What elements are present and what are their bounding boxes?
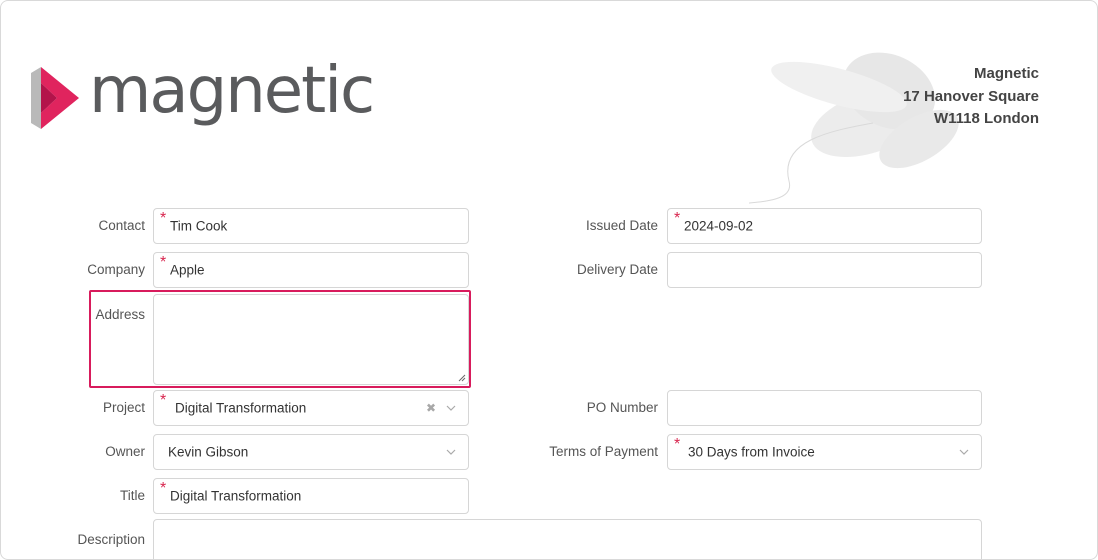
required-marker: *: [674, 210, 681, 227]
description-label: Description: [77, 532, 145, 547]
project-label: Project: [102, 400, 145, 415]
contact-value: Tim Cook: [170, 218, 228, 234]
invoice-form-window: magnetic Magnetic 17 Hanover Square W111…: [0, 0, 1098, 560]
po-number-field[interactable]: [667, 390, 982, 426]
clear-icon[interactable]: ✖: [426, 401, 436, 415]
chevron-down-icon[interactable]: [446, 405, 456, 411]
project-select[interactable]: * Digital Transformation ✖: [153, 390, 469, 426]
title-label: Title: [119, 488, 145, 503]
delivery-date-label: Delivery Date: [576, 262, 658, 277]
terms-of-payment-value: 30 Days from Invoice: [688, 444, 815, 460]
issued-date-value: 2024-09-02: [684, 218, 754, 234]
title-field[interactable]: * Digital Transformation: [153, 478, 469, 514]
required-marker: *: [160, 392, 167, 409]
company-field[interactable]: * Apple: [153, 252, 469, 288]
company-value: Apple: [170, 262, 205, 278]
terms-of-payment-select[interactable]: * 30 Days from Invoice: [667, 434, 982, 470]
title-value: Digital Transformation: [170, 488, 302, 504]
owner-label: Owner: [105, 444, 145, 459]
company-city: W1118 London: [933, 110, 1039, 127]
contact-field[interactable]: * Tim Cook: [153, 208, 469, 244]
company-name: Magnetic: [973, 65, 1039, 82]
company-label: Company: [87, 262, 145, 277]
required-marker: *: [674, 436, 681, 453]
owner-select[interactable]: Kevin Gibson: [153, 434, 469, 470]
required-marker: *: [160, 254, 167, 271]
brand-logo: magnetic: [27, 59, 375, 129]
owner-value: Kevin Gibson: [168, 444, 249, 460]
terms-of-payment-label: Terms of Payment: [549, 444, 658, 459]
resize-handle-icon[interactable]: [458, 374, 466, 382]
company-address: Magnetic 17 Hanover Square W1118 London: [903, 63, 1039, 131]
description-textarea[interactable]: [153, 519, 982, 559]
issued-date-label: Issued Date: [585, 218, 658, 233]
required-marker: *: [160, 480, 167, 497]
issued-date-field[interactable]: * 2024-09-02: [667, 208, 982, 244]
company-street: 17 Hanover Square: [903, 87, 1039, 105]
chevron-down-icon[interactable]: [959, 449, 969, 455]
address-label: Address: [95, 307, 145, 322]
contact-label: Contact: [98, 218, 145, 233]
delivery-date-field[interactable]: [667, 252, 982, 288]
address-textarea[interactable]: [153, 294, 469, 385]
brand-wordmark: magnetic: [89, 54, 375, 128]
project-value: Digital Transformation: [175, 400, 307, 416]
chevron-down-icon[interactable]: [446, 449, 456, 455]
required-marker: *: [160, 210, 167, 227]
magnetic-logo-icon: [31, 67, 79, 129]
po-number-label: PO Number: [586, 400, 658, 415]
